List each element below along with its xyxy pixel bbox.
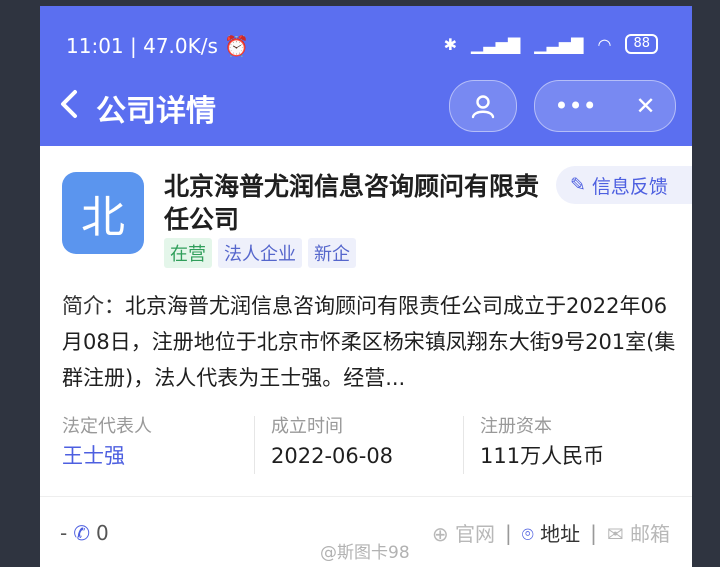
phone-count: 0 xyxy=(95,520,109,545)
legal-rep-link[interactable]: 王士强 xyxy=(62,438,244,474)
key-info-row: 法定代表人 王士强 成立时间 2022-06-08 注册资本 111万人民币 xyxy=(62,416,672,474)
status-bar-text: 11:01 | 47.0K/s ⏰ xyxy=(66,34,250,58)
legal-rep-block: 法定代表人 王士强 xyxy=(62,416,254,474)
company-logo: 北 xyxy=(62,172,144,254)
founded-value: 2022-06-08 xyxy=(271,444,394,468)
watermark: @斯图卡98 xyxy=(320,543,410,563)
status-badge: 在营 xyxy=(164,238,212,268)
feedback-label: 信息反馈 xyxy=(591,175,668,198)
separator: | xyxy=(505,520,512,545)
more-button[interactable]: ••• xyxy=(554,92,596,120)
signal-icon: ▁▃▅▇ xyxy=(471,34,521,54)
mail-icon: ✉ xyxy=(606,522,624,546)
address-label: 地址 xyxy=(540,522,581,546)
founded-label: 成立时间 xyxy=(271,416,343,437)
contact-links: ⊕ 官网 | ⌾ 地址 | ✉ 邮箱 xyxy=(432,518,670,547)
close-button[interactable]: ✕ xyxy=(636,92,656,120)
legal-rep-label: 法定代表人 xyxy=(62,416,152,437)
capital-block: 注册资本 111万人民币 xyxy=(463,416,672,474)
company-name: 北京海普尤润信息咨询顾问有限责任公司 xyxy=(164,172,540,234)
globe-icon: ⊕ xyxy=(431,522,449,546)
company-intro[interactable]: 简介：北京海普尤润信息咨询顾问有限责任公司成立于2022年06月08日，注册地位… xyxy=(62,288,677,396)
website-button[interactable]: ⊕ 官网 xyxy=(432,518,495,547)
status-icons: ✱ ▁▃▅▇ ▁▃▅▇ ◠ 88 xyxy=(444,34,658,54)
signal-icon-2: ▁▃▅▇ xyxy=(534,34,584,54)
header-bar: 11:01 | 47.0K/s ⏰ ✱ ▁▃▅▇ ▁▃▅▇ ◠ 88 公司详情 … xyxy=(40,6,692,146)
chevron-left-icon xyxy=(61,90,77,118)
email-button[interactable]: ✉ 邮箱 xyxy=(607,518,670,547)
intro-label: 简介： xyxy=(62,294,125,318)
email-label: 邮箱 xyxy=(630,522,670,546)
alarm-icon: ⏰ xyxy=(224,34,250,58)
phone-screen: 11:01 | 47.0K/s ⏰ ✱ ▁▃▅▇ ▁▃▅▇ ◠ 88 公司详情 … xyxy=(40,6,692,567)
edit-icon: ✎ xyxy=(570,174,586,196)
entity-type-badge: 法人企业 xyxy=(218,238,302,268)
capital-label: 注册资本 xyxy=(480,416,552,437)
new-company-badge: 新企 xyxy=(308,238,356,268)
mini-program-menu: ••• ✕ xyxy=(534,80,676,132)
dash-text: - xyxy=(60,520,68,545)
back-button[interactable] xyxy=(58,88,80,125)
status-time: 11:01 xyxy=(66,34,124,58)
phone-button[interactable]: - ✆ 0 xyxy=(60,521,109,545)
bluetooth-icon: ✱ xyxy=(443,34,458,54)
battery-icon: 88 xyxy=(625,34,658,54)
address-button[interactable]: ⌾ 地址 xyxy=(522,518,580,547)
location-pin-icon: ⌾ xyxy=(521,522,534,546)
account-button[interactable] xyxy=(449,80,517,132)
divider xyxy=(40,496,692,497)
person-icon xyxy=(471,95,495,119)
intro-text: 北京海普尤润信息咨询顾问有限责任公司成立于2022年06月08日，注册地位于北京… xyxy=(62,294,676,390)
feedback-button[interactable]: ✎ 信息反馈 xyxy=(556,166,692,204)
page-title: 公司详情 xyxy=(96,94,216,129)
wifi-icon: ◠ xyxy=(597,34,612,54)
network-speed: 47.0K/s xyxy=(143,34,218,58)
founded-block: 成立时间 2022-06-08 xyxy=(254,416,463,474)
company-tags: 在营 法人企业 新企 xyxy=(164,238,356,268)
capital-value: 111万人民币 xyxy=(480,444,605,468)
phone-icon: ✆ xyxy=(73,520,90,545)
separator: | xyxy=(590,520,597,545)
website-label: 官网 xyxy=(455,522,496,546)
